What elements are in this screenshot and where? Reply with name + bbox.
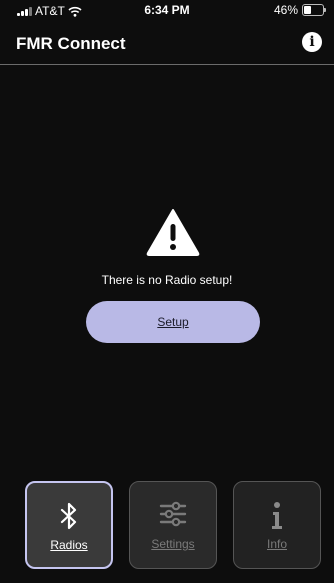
tab-radios-label: Radios: [50, 538, 88, 552]
info-circle-icon[interactable]: i: [302, 32, 322, 52]
setup-button[interactable]: Setup: [86, 301, 260, 343]
app-title: FMR Connect: [16, 34, 126, 53]
tab-radios[interactable]: Radios: [25, 481, 113, 569]
sliders-icon: [159, 501, 187, 527]
tab-info[interactable]: Info: [233, 481, 321, 569]
battery-percent: 46%: [273, 3, 298, 17]
tab-info-label: Info: [266, 537, 287, 551]
bluetooth-icon: [60, 502, 77, 530]
battery-status: 46%: [273, 3, 326, 17]
info-icon: [272, 502, 282, 529]
battery-icon: [302, 4, 326, 16]
warning-triangle-icon: [146, 209, 200, 256]
status-bar: AT&T 6:34 PM 46%: [0, 0, 334, 22]
tab-settings-label: Settings: [151, 537, 195, 551]
no-radio-message: There is no Radio setup!: [101, 273, 233, 287]
app-header: FMR Connect i: [0, 22, 334, 65]
tab-settings[interactable]: Settings: [129, 481, 217, 569]
app-screen: AT&T 6:34 PM 46% FMR Connect i There is …: [0, 0, 334, 583]
